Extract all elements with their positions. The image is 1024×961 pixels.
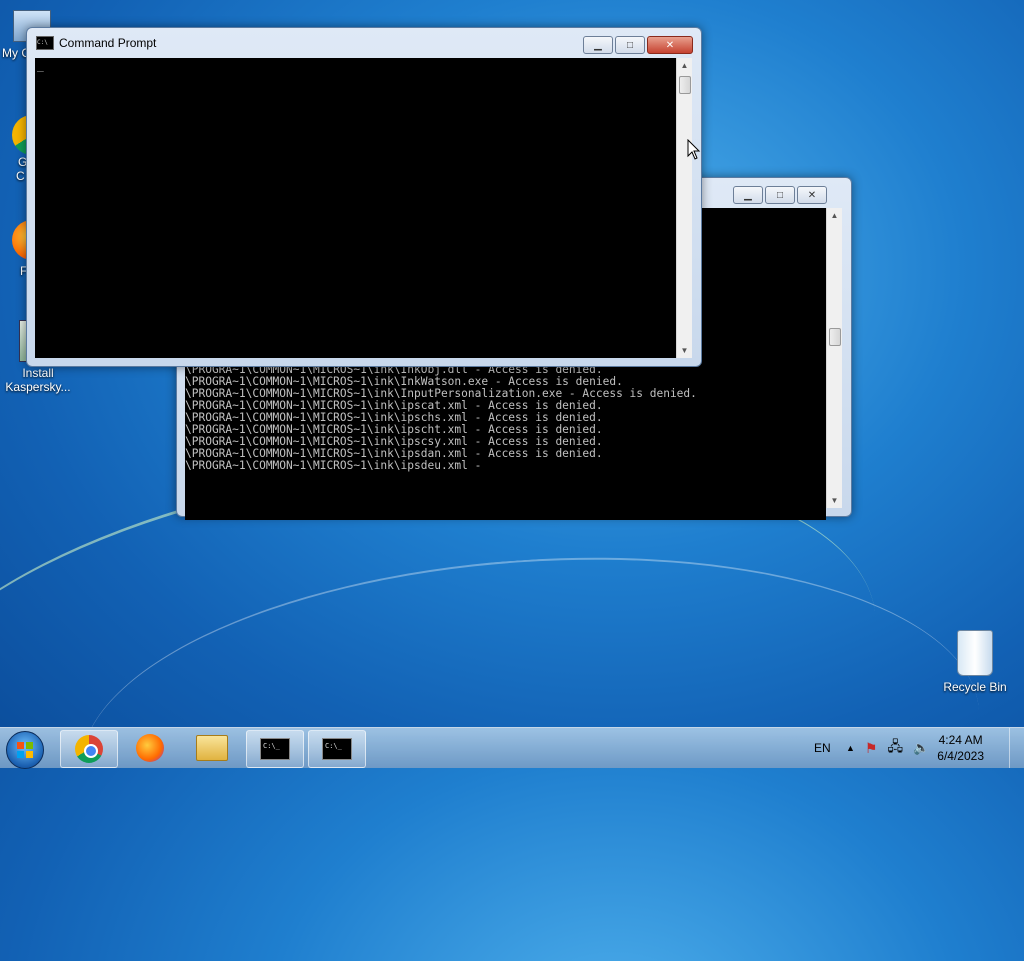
chrome-icon	[75, 735, 103, 763]
mouse-pointer-icon	[687, 139, 701, 160]
console-scrollbar[interactable]: ▲ ▼	[826, 208, 842, 508]
command-prompt-icon: C:\_	[322, 738, 352, 760]
start-button[interactable]	[6, 731, 44, 769]
command-prompt-icon: C:\	[36, 36, 54, 50]
scroll-down-icon[interactable]: ▼	[677, 343, 692, 358]
clock[interactable]: 4:24 AM 6/4/2023	[937, 732, 984, 764]
firefox-icon	[136, 734, 164, 762]
scroll-up-icon[interactable]: ▲	[827, 208, 842, 223]
show-hidden-icons-icon[interactable]: ▲	[846, 743, 855, 753]
minimize-icon: ▁	[744, 189, 752, 201]
windows-logo-icon	[17, 742, 33, 758]
close-button[interactable]: ✕	[647, 36, 693, 54]
tray-icons: ▲ ⚑ 🖧 🔈	[846, 728, 929, 768]
scrollbar-thumb[interactable]	[829, 328, 841, 346]
folder-icon	[196, 735, 228, 761]
close-icon: ✕	[807, 189, 817, 201]
console-scrollbar[interactable]: ▲ ▼	[676, 58, 692, 358]
show-desktop-button[interactable]	[1009, 728, 1024, 768]
scrollbar-thumb[interactable]	[679, 76, 691, 94]
language-indicator[interactable]: EN	[814, 741, 831, 755]
maximize-icon: □	[626, 39, 634, 51]
console-line: \PROGRA~1\COMMON~1\MICROS~1\ink\ipsdeu.x…	[185, 459, 482, 472]
desktop-icon-recycle-bin[interactable]: Recycle Bin	[937, 630, 1013, 694]
window-title: Command Prompt	[59, 36, 157, 50]
clock-time: 4:24 AM	[938, 733, 983, 747]
recycle-bin-icon	[957, 630, 993, 676]
window-controls: ▁ □ ✕	[583, 36, 693, 54]
volume-muted-icon[interactable]: 🔈	[913, 740, 929, 756]
taskbar-file-explorer[interactable]	[184, 730, 240, 766]
taskbar: C:\_ C:\_ EN ▲ ⚑ 🖧 🔈 4:24 AM 6/4/2023	[0, 727, 1024, 769]
maximize-icon: □	[776, 189, 784, 201]
minimize-icon: ▁	[594, 39, 602, 51]
close-icon: ✕	[665, 39, 675, 51]
taskbar-firefox[interactable]	[122, 730, 178, 766]
system-tray: EN	[814, 728, 831, 768]
taskbar-command-prompt-2[interactable]: C:\_	[308, 730, 366, 768]
action-center-flag-icon[interactable]: ⚑	[865, 740, 878, 757]
close-button[interactable]: ✕	[797, 186, 827, 204]
maximize-button[interactable]: □	[765, 186, 795, 204]
window-controls: ▁ □ ✕	[733, 186, 827, 204]
taskbar-chrome[interactable]	[60, 730, 118, 768]
minimize-button[interactable]: ▁	[583, 36, 613, 54]
scroll-down-icon[interactable]: ▼	[827, 493, 842, 508]
scroll-up-icon[interactable]: ▲	[677, 58, 692, 73]
command-prompt-icon: C:\_	[260, 738, 290, 760]
network-icon[interactable]: 🖧	[887, 736, 903, 760]
maximize-button[interactable]: □	[615, 36, 645, 54]
command-prompt-window[interactable]: C:\ Command Prompt ▁ □ ✕ _ ▲ ▼	[26, 27, 702, 367]
taskbar-command-prompt-1[interactable]: C:\_	[246, 730, 304, 768]
clock-date: 6/4/2023	[937, 749, 984, 763]
console-output[interactable]: _	[35, 58, 676, 358]
minimize-button[interactable]: ▁	[733, 186, 763, 204]
text-cursor: _	[37, 59, 44, 72]
